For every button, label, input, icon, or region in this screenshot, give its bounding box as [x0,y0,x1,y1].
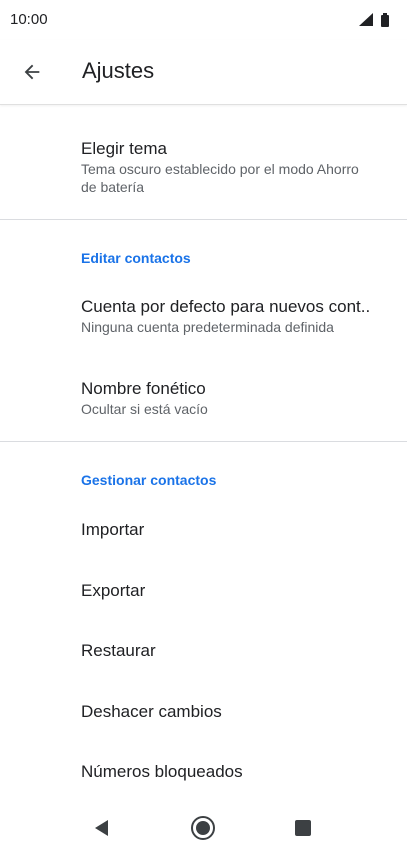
pref-title: Nombre fonético [81,379,206,398]
pref-summary: Ninguna cuenta predeterminada definida [81,319,334,335]
signal-icon [359,13,373,26]
home-circle-icon [191,816,215,840]
back-triangle-icon [95,820,108,836]
pref-title: Elegir tema [81,139,167,158]
pref-title: Deshacer cambios [81,702,222,721]
status-time: 10:00 [10,11,48,28]
pref-restore[interactable]: Restaurar [81,640,393,662]
pref-title: Restaurar [81,641,156,660]
pref-title: Exportar [81,581,146,600]
pref-summary: Tema oscuro establecido por el modo Ahor… [81,161,359,195]
section-header-edit-contacts: Editar contactos [81,250,191,266]
recents-square-icon [295,820,311,836]
app-bar: Ajustes [0,40,407,105]
pref-summary: Ocultar si está vacío [81,401,208,417]
nav-home-button[interactable] [187,812,219,844]
section-header-manage-contacts: Gestionar contactos [81,472,217,488]
pref-undo-changes[interactable]: Deshacer cambios [81,701,393,723]
divider [0,441,407,442]
battery-icon [381,13,389,27]
pref-import[interactable]: Importar [81,519,393,541]
nav-recents-button[interactable] [287,812,319,844]
status-bar: 10:00 [0,0,407,40]
back-button[interactable] [12,52,52,92]
divider [0,219,407,220]
arrow-back-icon [24,64,40,80]
pref-blocked-numbers[interactable]: Números bloqueados [81,761,393,783]
pref-export[interactable]: Exportar [81,580,393,602]
pref-choose-theme[interactable]: Elegir tema Tema oscuro establecido por … [81,138,393,196]
pref-title: Cuenta por defecto para nuevos cont.. [81,297,371,316]
pref-title: Números bloqueados [81,762,243,781]
pref-phonetic-name[interactable]: Nombre fonético Ocultar si está vacío [81,378,393,418]
system-nav-bar [0,800,407,856]
page-title: Ajustes [82,58,155,83]
pref-title: Importar [81,520,145,539]
nav-back-button[interactable] [86,812,118,844]
pref-default-account[interactable]: Cuenta por defecto para nuevos cont.. Ni… [81,296,393,336]
status-icons [357,12,393,28]
